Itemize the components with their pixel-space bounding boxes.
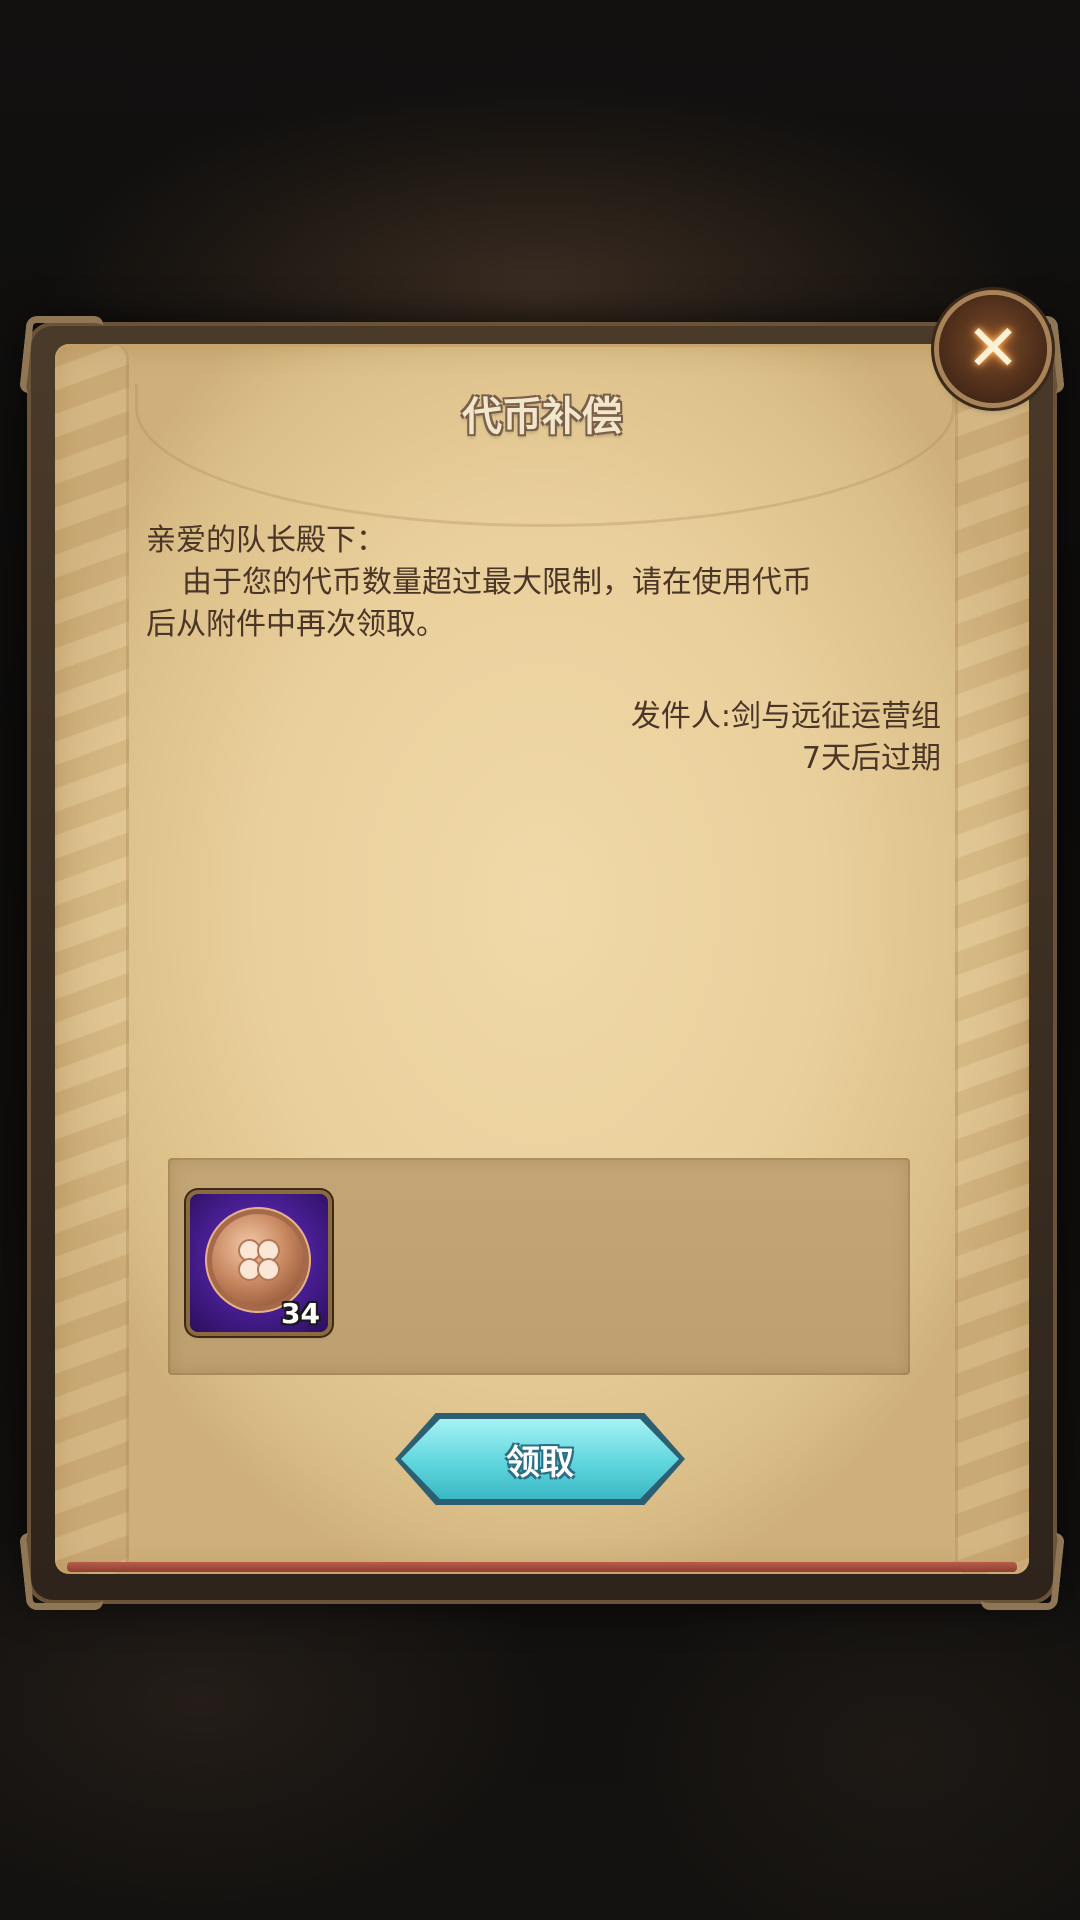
decorative-left-band	[55, 344, 129, 1574]
claim-button[interactable]: 领取	[395, 1413, 685, 1505]
attachment-item-slot[interactable]: 34	[190, 1194, 328, 1332]
mail-sender: 发件人:剑与远征运营组	[630, 699, 941, 734]
clover-coin-icon	[212, 1214, 304, 1306]
close-button[interactable]: ✕	[939, 295, 1047, 403]
decorative-bottom-edge	[67, 1562, 1017, 1572]
item-count: 34	[281, 1297, 320, 1330]
corner-ornament	[18, 316, 105, 393]
decorative-right-band	[955, 344, 1029, 1574]
dialog-title: 代币补偿	[462, 394, 622, 440]
mail-expiry: 7天后过期	[801, 741, 941, 776]
corner-ornament	[18, 1533, 105, 1610]
corner-ornament	[979, 1533, 1066, 1610]
close-icon: ✕	[966, 312, 1020, 386]
mail-footer: 发件人:剑与远征运营组 7天后过期	[631, 696, 941, 780]
claim-button-label: 领取	[506, 1442, 574, 1483]
mail-body: 亲爱的队长殿下： 由于您的代币数量超过最大限制，请在使用代币 后从附件中再次领取…	[146, 520, 936, 646]
mail-message-line-2: 后从附件中再次领取。	[146, 607, 446, 642]
mail-greeting: 亲爱的队长殿下：	[146, 523, 386, 558]
mail-dialog: 代币补偿	[18, 316, 1066, 1610]
clover-icon	[240, 1241, 278, 1279]
mail-message-line-1: 由于您的代币数量超过最大限制，请在使用代币	[182, 565, 812, 600]
